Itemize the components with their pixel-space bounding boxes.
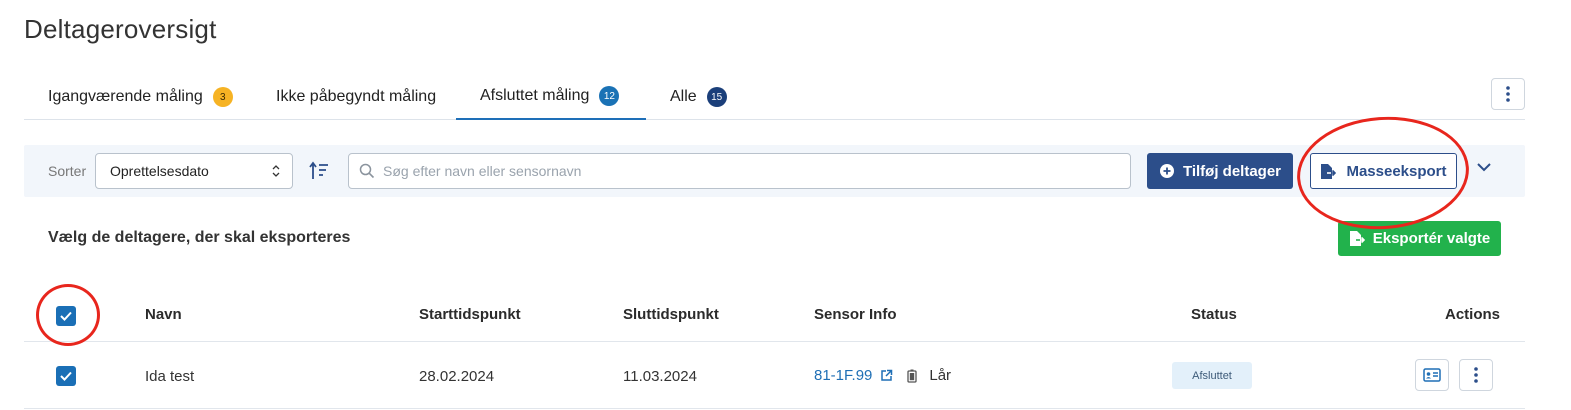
column-header-sensor: Sensor Info (814, 306, 897, 323)
page-title: Deltageroversigt (24, 14, 217, 44)
tab-label: Alle (670, 88, 697, 105)
sensor-link[interactable]: 81-1F.99 (814, 367, 872, 384)
cell-end: 11.03.2024 (623, 368, 697, 385)
sensor-location: Lår (929, 367, 952, 384)
tab-alle[interactable]: Alle 15 (670, 74, 727, 120)
tab-count-badge: 3 (212, 87, 233, 107)
search-icon (359, 163, 375, 179)
tab-label: Igangværende måling (48, 88, 203, 105)
more-options-button[interactable] (1491, 78, 1525, 110)
tab-count-badge: 12 (599, 86, 620, 106)
export-selected-button[interactable]: Eksportér valgte (1338, 221, 1501, 256)
row-more-options-button[interactable] (1459, 359, 1493, 391)
file-export-icon (1349, 231, 1365, 246)
sort-select[interactable]: Oprettelsesdato (95, 153, 293, 189)
search-field[interactable] (348, 153, 1131, 189)
tab-label: Afsluttet måling (480, 87, 590, 104)
updown-chevron-icon (272, 165, 280, 177)
column-header-actions: Actions (1445, 306, 1501, 323)
tab-bar: Igangværende måling 3 Ikke påbegyndt mål… (24, 74, 1525, 120)
file-export-icon (1321, 163, 1337, 179)
participant-card-button[interactable] (1415, 359, 1449, 391)
id-card-icon (1423, 368, 1441, 382)
export-selection-title: Vælg de deltagere, der skal eksporteres (48, 229, 351, 246)
column-header-end[interactable]: Sluttidspunkt (623, 306, 719, 323)
cell-sensor: 81-1F.99 Lår (814, 367, 951, 384)
plus-circle-icon (1159, 164, 1174, 178)
checkmark-icon (60, 311, 72, 321)
tab-label: Ikke påbegyndt måling (276, 88, 437, 105)
export-selected-label: Eksportér valgte (1372, 230, 1491, 247)
tab-count-badge: 15 (706, 87, 727, 107)
filter-toolbar: Sorter Oprettelsesdato Tilføj deltager M… (24, 145, 1525, 197)
row-checkbox[interactable] (56, 366, 76, 386)
header-divider (24, 341, 1525, 342)
kebab-icon (1474, 367, 1478, 383)
cell-start: 28.02.2024 (419, 368, 495, 385)
chevron-down-icon[interactable] (1476, 161, 1492, 173)
bulk-export-label: Masseeksport (1346, 162, 1447, 180)
add-participant-label: Tilføj deltager (1182, 162, 1282, 180)
column-header-start[interactable]: Starttidspunkt (419, 306, 521, 323)
column-header-name[interactable]: Navn (145, 306, 182, 323)
select-all-checkbox[interactable] (56, 306, 76, 326)
row-divider (24, 408, 1525, 409)
bulk-export-button[interactable]: Masseeksport (1310, 153, 1457, 189)
battery-icon (907, 369, 918, 383)
checkmark-icon (60, 371, 72, 381)
kebab-icon (1506, 86, 1510, 102)
search-input[interactable] (383, 154, 1123, 188)
cell-name: Ida test (145, 368, 195, 385)
sort-label: Sorter (48, 163, 87, 179)
sort-select-value: Oprettelsesdato (110, 163, 209, 179)
status-badge: Afsluttet (1172, 362, 1252, 389)
column-header-status: Status (1191, 306, 1237, 323)
external-link-icon[interactable] (880, 369, 893, 382)
sort-direction-icon[interactable] (307, 159, 331, 183)
tab-igangvaerende[interactable]: Igangværende måling 3 (48, 74, 233, 120)
tab-afsluttet[interactable]: Afsluttet måling 12 (456, 74, 646, 120)
tab-ikke-pabegyndt[interactable]: Ikke påbegyndt måling (276, 74, 436, 120)
add-participant-button[interactable]: Tilføj deltager (1147, 153, 1293, 189)
